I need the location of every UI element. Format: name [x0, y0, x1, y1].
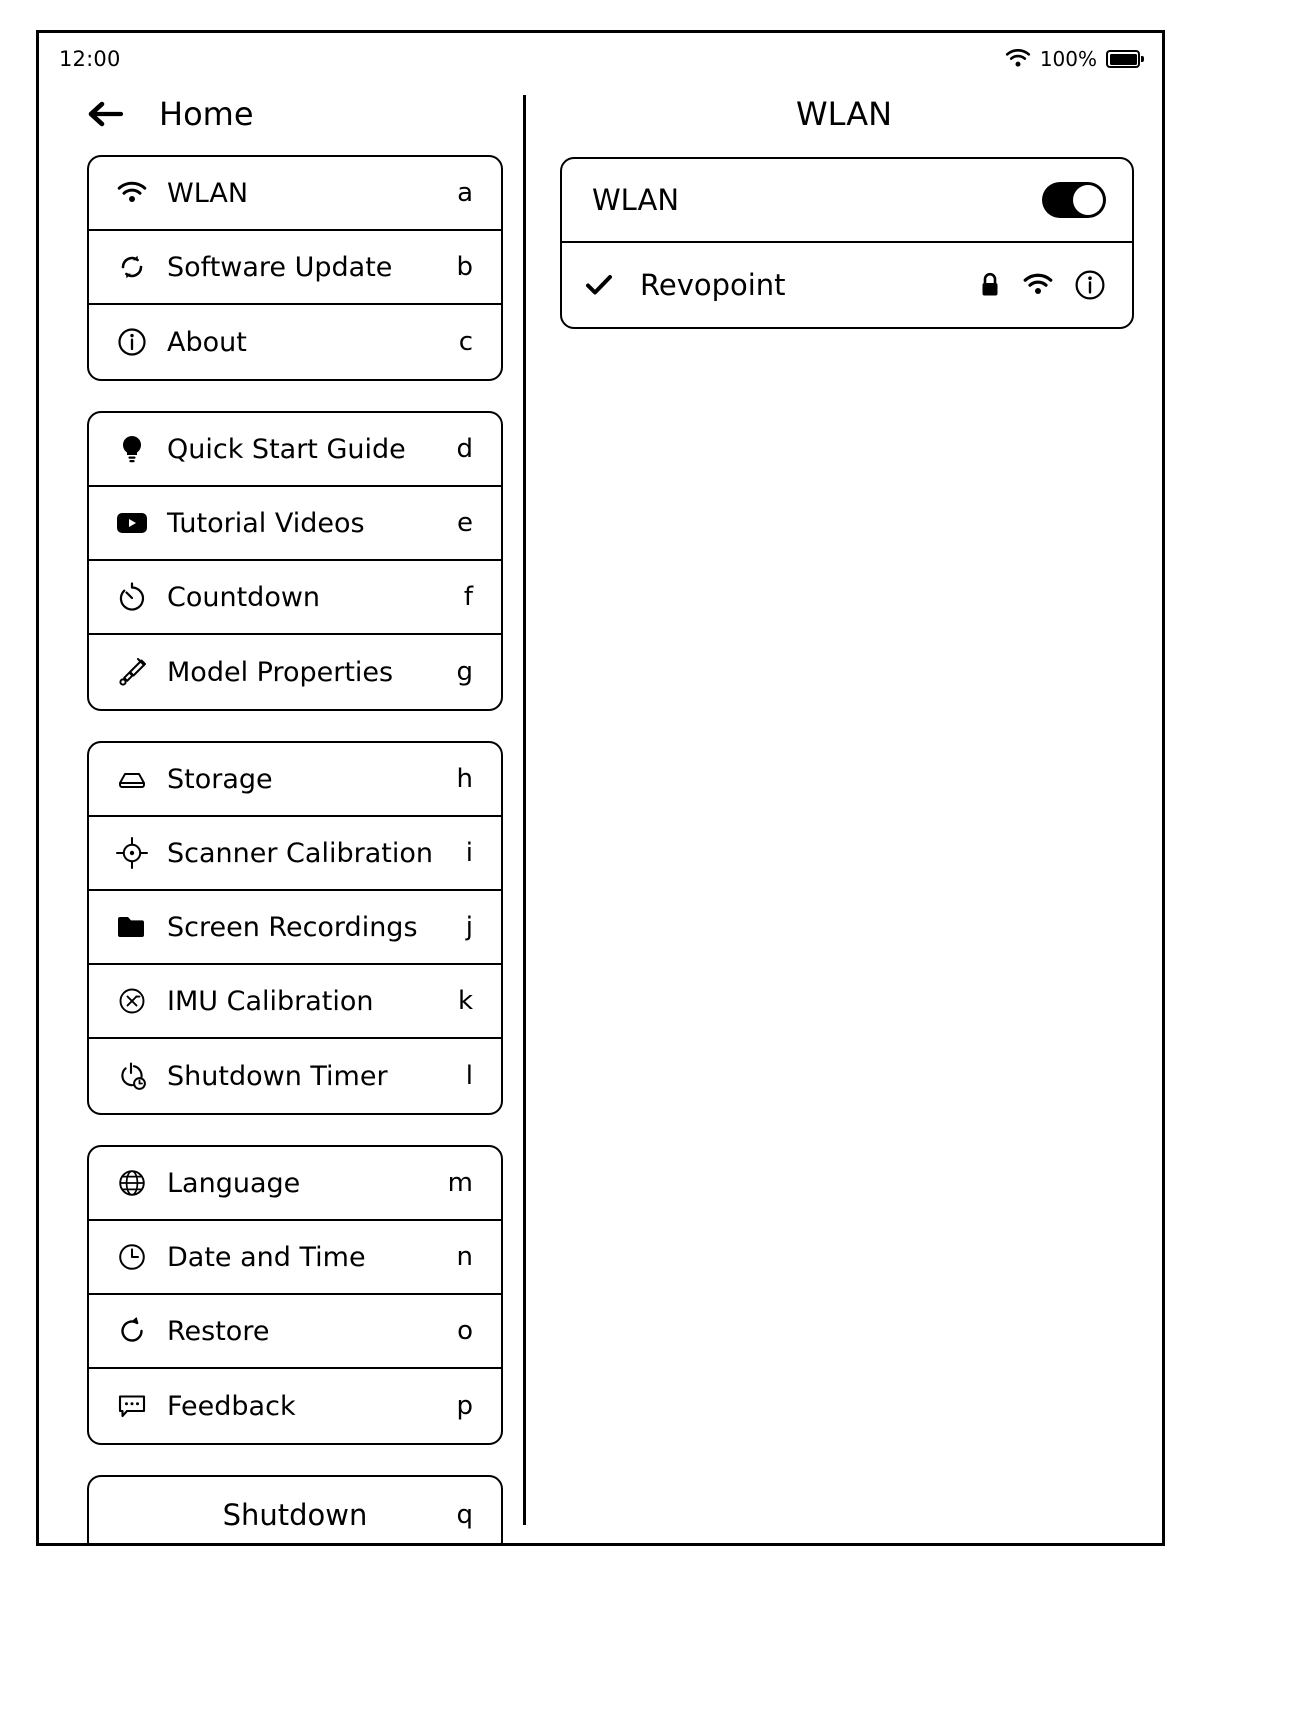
- sidebar-item-screen-recordings[interactable]: Screen Recordings j: [89, 891, 501, 965]
- settings-groups: WLAN a Software Update b About c Quick S…: [39, 143, 523, 1543]
- sidebar-item-software-update[interactable]: Software Update b: [89, 231, 501, 305]
- network-status-icons: [978, 269, 1106, 301]
- shortcut-key: g: [456, 657, 473, 687]
- page-title: Home: [159, 95, 254, 133]
- sidebar-item-language[interactable]: Language m: [89, 1147, 501, 1221]
- shortcut-key: q: [456, 1500, 473, 1530]
- network-item-revopoint[interactable]: Revopoint: [562, 243, 1132, 327]
- sidebar-item-label: Feedback: [167, 1390, 296, 1422]
- sidebar-item-label: Countdown: [167, 581, 321, 613]
- sidebar-item-scanner-calibration[interactable]: Scanner Calibration i: [89, 817, 501, 891]
- status-bar: 12:00 100%: [39, 33, 1162, 85]
- sidebar-item-shutdown-timer[interactable]: Shutdown Timer l: [89, 1039, 501, 1113]
- sidebar-item-label: Date and Time: [167, 1241, 366, 1273]
- shortcut-key: i: [465, 838, 473, 868]
- wlan-pane-title: WLAN: [795, 95, 893, 133]
- sidebar-item-label: Screen Recordings: [167, 911, 418, 943]
- battery-full-icon: [1106, 50, 1144, 68]
- group-preferences: Language m Date and Time n Restore o Fee…: [87, 1145, 503, 1445]
- content-area: Home WLAN a Software Update b About c Qu…: [39, 85, 1162, 1543]
- chat-bubble-icon: [111, 1392, 153, 1420]
- paintbrush-icon: [111, 656, 153, 688]
- shortcut-key: l: [465, 1061, 473, 1091]
- restore-arrow-icon: [111, 1315, 153, 1347]
- wlan-card: WLAN Revopoint: [560, 157, 1134, 329]
- sidebar-item-label: Software Update: [167, 251, 393, 283]
- shortcut-key: d: [456, 434, 473, 464]
- folder-icon: [111, 913, 153, 941]
- hard-drive-icon: [111, 768, 153, 790]
- sidebar-item-label: Model Properties: [167, 656, 394, 688]
- shortcut-key: a: [457, 178, 473, 208]
- wlan-toggle-row[interactable]: WLAN: [562, 159, 1132, 243]
- shortcut-key: c: [458, 327, 473, 357]
- sidebar-item-imu-calibration[interactable]: IMU Calibration k: [89, 965, 501, 1039]
- shortcut-key: b: [456, 252, 473, 282]
- sidebar-item-label: IMU Calibration: [167, 985, 374, 1017]
- imu-circle-icon: [111, 986, 153, 1016]
- sidebar-item-label: Quick Start Guide: [167, 433, 406, 465]
- lock-icon: [978, 271, 1002, 299]
- wifi-icon: [1005, 48, 1031, 69]
- shortcut-key: o: [457, 1316, 473, 1346]
- status-indicators: 100%: [1005, 47, 1144, 71]
- shortcut-key: p: [456, 1391, 473, 1421]
- settings-pane: Home WLAN a Software Update b About c Qu…: [39, 85, 523, 1543]
- sidebar-item-feedback[interactable]: Feedback p: [89, 1369, 501, 1443]
- sidebar-item-date-and-time[interactable]: Date and Time n: [89, 1221, 501, 1295]
- check-icon: [584, 272, 624, 298]
- group-help: Quick Start Guide d Tutorial Videos e Co…: [87, 411, 503, 711]
- shortcut-key: k: [457, 986, 473, 1016]
- sidebar-item-wlan[interactable]: WLAN a: [89, 157, 501, 231]
- info-circle-icon[interactable]: [1074, 269, 1106, 301]
- shortcut-key: f: [463, 582, 473, 612]
- network-name: Revopoint: [640, 268, 786, 302]
- power-timer-icon: [111, 1060, 153, 1092]
- lightbulb-icon: [111, 433, 153, 465]
- sidebar-item-label: Shutdown Timer: [167, 1060, 388, 1092]
- info-circle-icon: [111, 327, 153, 357]
- battery-percent-label: 100%: [1039, 47, 1097, 71]
- crosshair-target-icon: [111, 835, 153, 871]
- sidebar-item-label: Scanner Calibration: [167, 837, 433, 869]
- shutdown-button[interactable]: Shutdown q: [89, 1477, 501, 1543]
- clock-icon: [111, 1242, 153, 1272]
- back-arrow-icon[interactable]: [85, 99, 125, 129]
- shutdown-label: Shutdown: [222, 1498, 368, 1532]
- sidebar-item-label: About: [167, 326, 247, 358]
- wifi-icon: [1022, 273, 1054, 297]
- sidebar-item-about[interactable]: About c: [89, 305, 501, 379]
- shortcut-key: n: [456, 1242, 473, 1272]
- group-system: WLAN a Software Update b About c: [87, 155, 503, 381]
- status-time: 12:00: [59, 47, 121, 71]
- wifi-icon: [111, 181, 153, 205]
- sidebar-item-restore[interactable]: Restore o: [89, 1295, 501, 1369]
- sidebar-item-model-properties[interactable]: Model Properties g: [89, 635, 501, 709]
- video-play-icon: [111, 510, 153, 536]
- wlan-pane: WLAN WLAN Revopoint: [526, 85, 1162, 1543]
- wlan-toggle-switch[interactable]: [1042, 182, 1106, 218]
- refresh-sync-icon: [111, 251, 153, 283]
- sidebar-item-countdown[interactable]: Countdown f: [89, 561, 501, 635]
- shortcut-key: h: [456, 764, 473, 794]
- sidebar-item-label: Language: [167, 1167, 301, 1199]
- sidebar-item-storage[interactable]: Storage h: [89, 743, 501, 817]
- globe-icon: [111, 1168, 153, 1198]
- sidebar-item-label: Storage: [167, 763, 273, 795]
- sidebar-item-tutorial-videos[interactable]: Tutorial Videos e: [89, 487, 501, 561]
- sidebar-item-label: WLAN: [167, 177, 249, 209]
- shortcut-key: m: [447, 1168, 473, 1198]
- device-screen: 12:00 100% Home WLAN a Software Update b…: [36, 30, 1165, 1546]
- sidebar-item-quick-start-guide[interactable]: Quick Start Guide d: [89, 413, 501, 487]
- shortcut-key: j: [465, 912, 473, 942]
- group-shutdown: Shutdown q: [87, 1475, 503, 1543]
- wlan-toggle-label: WLAN: [592, 183, 680, 217]
- group-device: Storage h Scanner Calibration i Screen R…: [87, 741, 503, 1115]
- left-pane-header: Home: [39, 85, 523, 143]
- shortcut-key: e: [457, 508, 473, 538]
- stopwatch-icon: [111, 581, 153, 613]
- sidebar-item-label: Restore: [167, 1315, 270, 1347]
- sidebar-item-label: Tutorial Videos: [167, 507, 365, 539]
